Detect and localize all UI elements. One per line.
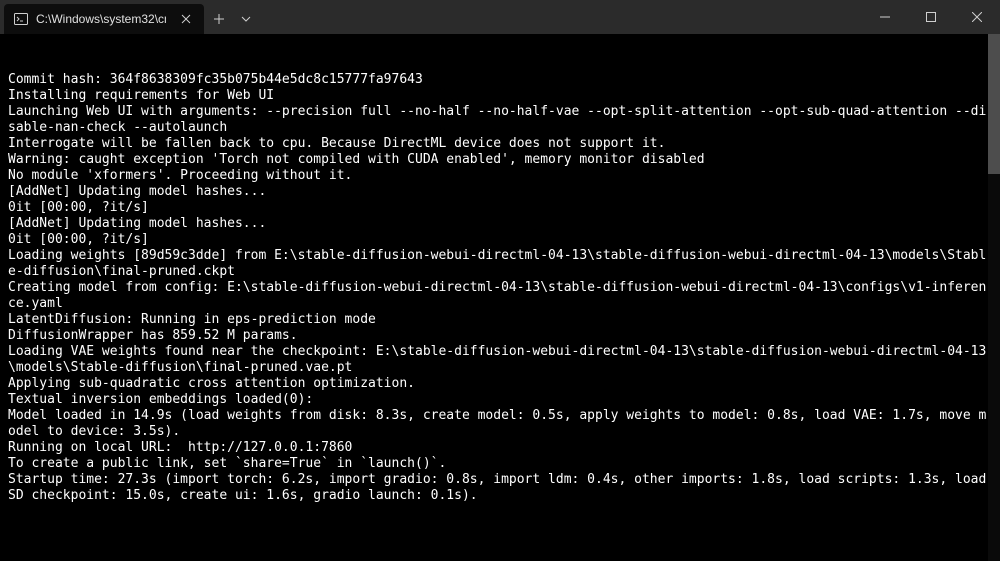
tab-active[interactable]: C:\Windows\system32\cmd.e	[4, 4, 204, 34]
terminal-line: 0it [00:00, ?it/s]	[8, 200, 992, 216]
tab-dropdown-button[interactable]	[234, 4, 258, 34]
tab-close-button[interactable]	[178, 11, 194, 27]
terminal-line: Loading VAE weights found near the check…	[8, 344, 992, 376]
plus-icon	[213, 13, 225, 25]
terminal-line: Model loaded in 14.9s (load weights from…	[8, 408, 992, 440]
titlebar: C:\Windows\system32\cmd.e	[0, 0, 1000, 34]
scrollbar-thumb[interactable]	[988, 34, 1000, 174]
terminal-line: Installing requirements for Web UI	[8, 88, 992, 104]
terminal-line: 0it [00:00, ?it/s]	[8, 232, 992, 248]
minimize-button[interactable]	[862, 0, 908, 34]
terminal-line: To create a public link, set `share=True…	[8, 456, 992, 472]
terminal-line: Interrogate will be fallen back to cpu. …	[8, 136, 992, 152]
terminal-line: Creating model from config: E:\stable-di…	[8, 280, 992, 312]
terminal-line: LatentDiffusion: Running in eps-predicti…	[8, 312, 992, 328]
tab-title: C:\Windows\system32\cmd.e	[36, 12, 166, 26]
terminal-line: Applying sub-quadratic cross attention o…	[8, 376, 992, 392]
terminal-line: Startup time: 27.3s (import torch: 6.2s,…	[8, 472, 992, 504]
close-icon	[181, 14, 191, 24]
maximize-icon	[926, 12, 936, 22]
terminal-line: [AddNet] Updating model hashes...	[8, 216, 992, 232]
terminal-output[interactable]: Commit hash: 364f8638309fc35b075b44e5dc8…	[0, 34, 1000, 561]
maximize-button[interactable]	[908, 0, 954, 34]
terminal-line: Textual inversion embeddings loaded(0):	[8, 392, 992, 408]
terminal-line: Launching Web UI with arguments: --preci…	[8, 104, 992, 136]
cmd-icon	[14, 12, 28, 26]
terminal-line: Commit hash: 364f8638309fc35b075b44e5dc8…	[8, 72, 992, 88]
titlebar-drag-region[interactable]	[258, 0, 862, 34]
terminal-line: [AddNet] Updating model hashes...	[8, 184, 992, 200]
terminal-line: DiffusionWrapper has 859.52 M params.	[8, 328, 992, 344]
new-tab-button[interactable]	[204, 4, 234, 34]
minimize-icon	[880, 12, 890, 22]
chevron-down-icon	[241, 14, 251, 24]
terminal-line: No module 'xformers'. Proceeding without…	[8, 168, 992, 184]
terminal-line: Warning: caught exception 'Torch not com…	[8, 152, 992, 168]
scrollbar-vertical[interactable]	[988, 34, 1000, 561]
terminal-line: Running on local URL: http://127.0.0.1:7…	[8, 440, 992, 456]
close-button[interactable]	[954, 0, 1000, 34]
terminal-line: Loading weights [89d59c3dde] from E:\sta…	[8, 248, 992, 280]
close-icon	[972, 12, 982, 22]
